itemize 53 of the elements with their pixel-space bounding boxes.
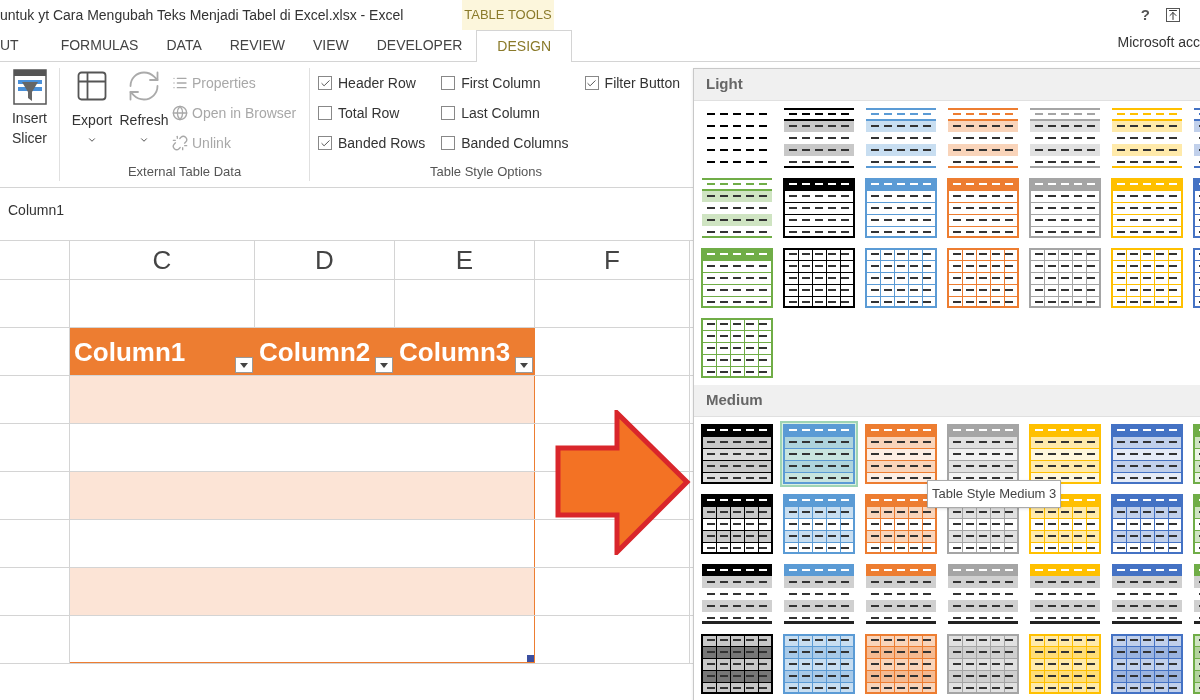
ribbon-tab[interactable]: FORMULAS [46, 29, 153, 61]
option-label: Header Row [338, 73, 416, 93]
ribbon-display-icon[interactable] [1166, 8, 1180, 22]
ribbon-tab[interactable]: DATA [152, 29, 216, 61]
caret-icon [380, 362, 388, 368]
checkbox[interactable] [318, 76, 332, 90]
globe-icon [172, 105, 188, 121]
unlink-icon [172, 135, 188, 151]
context-label: TABLE TOOLS [462, 0, 554, 30]
section-heading: Medium [706, 390, 763, 411]
group-label: Table Style Options [429, 162, 543, 181]
name-box[interactable]: Column1 [0, 200, 65, 221]
checkbox[interactable] [441, 106, 456, 120]
right-arrow-icon [555, 410, 691, 555]
column-header[interactable]: F [535, 241, 690, 279]
filter-dropdown-button[interactable] [235, 357, 253, 373]
ribbon-tab[interactable]: VIEW [298, 29, 363, 61]
window-title: untuk yt Cara Mengubah Teks Menjadi Tabel di Excel.xlsx - Excel [0, 5, 405, 25]
section-heading: Light [706, 74, 743, 95]
filter-dropdown-button[interactable] [515, 357, 533, 373]
caret-icon [240, 362, 248, 368]
account-name[interactable]: Microsoft acc [1117, 32, 1200, 53]
table-header-cell: Column2 [255, 328, 395, 375]
option-label: Last Column [461, 103, 540, 123]
ribbon-tab[interactable]: REVIEW [215, 29, 299, 61]
checkbox[interactable] [318, 136, 332, 150]
group-label: External Table Data [126, 162, 243, 181]
checkbox[interactable] [584, 76, 599, 90]
option-label: First Column [461, 73, 541, 93]
table-header-cell: Column3 [395, 328, 535, 375]
filter-dropdown-button[interactable] [375, 357, 393, 373]
ribbon-tab[interactable]: DEVELOPER [362, 29, 477, 61]
option-label: Filter Button [604, 73, 681, 93]
column-header[interactable]: E [395, 241, 535, 279]
column-header[interactable]: D [255, 241, 395, 279]
ribbon-tab[interactable]: DESIGN [476, 30, 573, 62]
properties-icon [172, 75, 188, 91]
checkbox[interactable] [318, 106, 332, 120]
checkbox[interactable] [441, 136, 456, 150]
resize-handle[interactable] [527, 655, 534, 662]
option-label: Banded Columns [461, 133, 569, 153]
ribbon-button[interactable]: Export [68, 68, 116, 162]
checkbox[interactable] [441, 76, 456, 90]
insert-slicer-button[interactable]: Insert Slicer [5, 68, 54, 148]
help-button[interactable]: ? [1140, 3, 1150, 27]
slicer-icon [11, 68, 48, 108]
option-label: Total Row [338, 103, 400, 123]
ribbon-tab[interactable]: UT [0, 29, 47, 61]
ribbon-button[interactable]: Refresh [120, 68, 168, 162]
caret-icon [520, 362, 528, 368]
table-header-cell: Column1 [70, 328, 255, 375]
option-label: Banded Rows [338, 133, 426, 153]
column-header[interactable]: C [70, 241, 255, 279]
